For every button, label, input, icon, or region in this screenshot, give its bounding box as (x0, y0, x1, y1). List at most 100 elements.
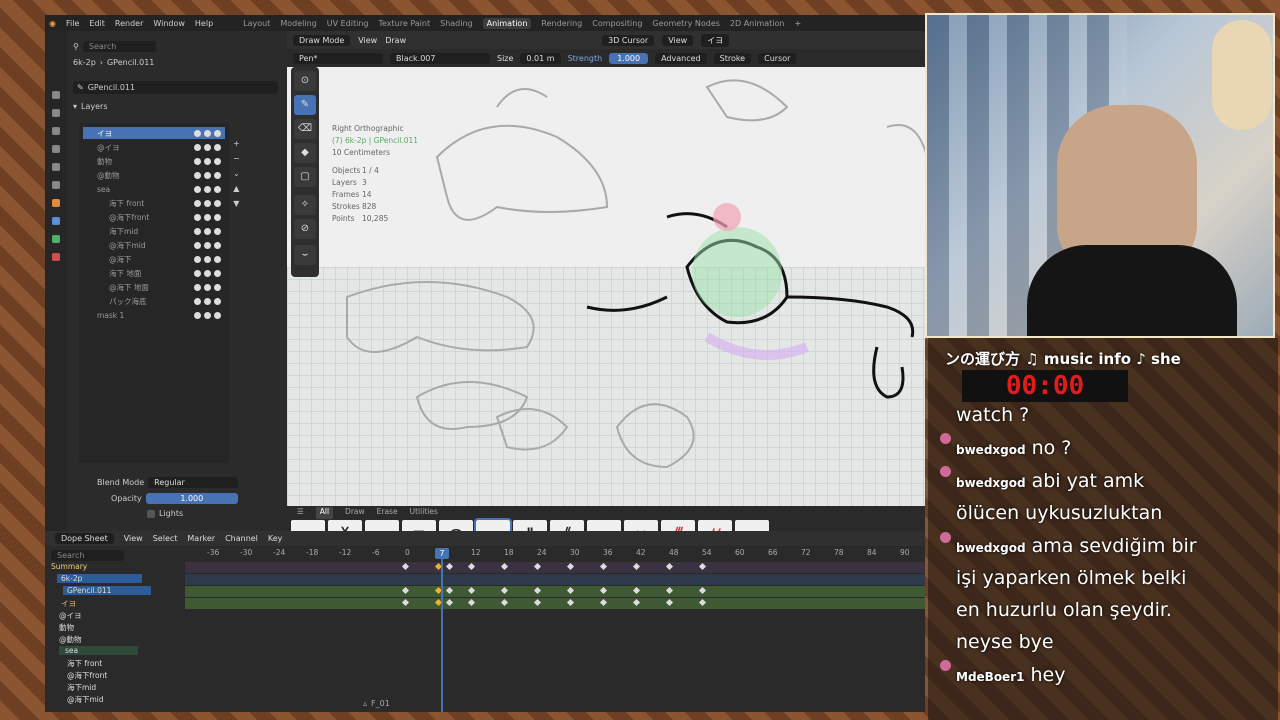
tab-uv-editing[interactable]: UV Editing (327, 19, 369, 28)
cursor-select[interactable]: 3D Cursor (602, 34, 655, 46)
ds-menu-marker[interactable]: Marker (187, 534, 215, 543)
gpencil-data-name[interactable]: GPencil.011 (88, 83, 135, 92)
opacity-slider[interactable]: 1.000 (145, 493, 238, 504)
channel-layer[interactable]: 海下mid (67, 682, 96, 693)
modifier-tab-icon[interactable] (52, 217, 60, 225)
add-workspace-icon[interactable]: + (794, 19, 801, 28)
layer-item[interactable]: イヨ (83, 127, 225, 139)
layers-header[interactable]: Layers (81, 102, 107, 111)
tab-shading[interactable]: Shading (440, 19, 473, 28)
shelf-menu-icon[interactable]: ☰ (297, 507, 304, 519)
dope-sheet[interactable]: Dope Sheet View Select Marker Channel Ke… (45, 531, 925, 712)
render-tab-icon[interactable] (52, 109, 60, 117)
ds-menu-key[interactable]: Key (268, 534, 283, 543)
ds-menu-channel[interactable]: Channel (225, 534, 258, 543)
brush-tab-all[interactable]: All (315, 507, 334, 519)
layer-item[interactable]: @海下mid (83, 239, 225, 251)
pin-icon[interactable]: ⚲ (73, 42, 79, 51)
layer-group-sea[interactable]: sea (83, 183, 225, 195)
layer-item[interactable]: 海下 front (83, 197, 225, 209)
ds-menu-view[interactable]: View (124, 534, 143, 543)
curve-tool-icon[interactable]: ⌣ (294, 245, 316, 265)
channel-layer[interactable]: 海下 front (67, 658, 102, 669)
layer-menu-icon[interactable]: ⌄ (233, 169, 240, 178)
fill-tool-icon[interactable]: ◆ (294, 143, 316, 163)
blend-mode-select[interactable]: Regular (148, 477, 239, 488)
tool-tab-icon[interactable] (52, 91, 60, 99)
cursor-tool-icon[interactable]: ⊙ (294, 71, 316, 91)
marker-f01[interactable]: ▵ F_01 (363, 699, 390, 708)
cursor-menu[interactable]: Cursor (758, 52, 797, 64)
brush-tab-draw[interactable]: Draw (345, 507, 365, 519)
channel-summary[interactable]: Summary (51, 562, 87, 571)
draw-menu[interactable]: Draw (385, 36, 406, 45)
ds-menu-select[interactable]: Select (153, 534, 178, 543)
view-select[interactable]: View (662, 34, 694, 46)
stroke-menu[interactable]: Stroke (713, 52, 752, 64)
drawing-canvas[interactable]: ⊙ ✎ ⌫ ◆ ▢ ✧ ⊘ ⌣ Right Orthographic (7) 6… (287, 67, 925, 506)
strength-slider[interactable]: 1.000 (609, 52, 649, 64)
mode-select[interactable]: Draw Mode (293, 34, 351, 46)
tab-rendering[interactable]: Rendering (541, 19, 582, 28)
material-tab-icon[interactable] (52, 253, 60, 261)
tab-geometry-nodes[interactable]: Geometry Nodes (652, 19, 719, 28)
layer-item[interactable]: 動物 (83, 155, 225, 167)
layer-item[interactable]: @イヨ (83, 141, 225, 153)
tab-compositing[interactable]: Compositing (592, 19, 642, 28)
remove-layer-button[interactable]: − (233, 154, 240, 163)
channel-layer[interactable]: @海下mid (67, 694, 104, 705)
tab-modeling[interactable]: Modeling (280, 19, 316, 28)
layer-item[interactable]: パック海底 (83, 295, 225, 307)
playhead[interactable] (441, 548, 443, 712)
material-select[interactable]: Black.007 (390, 52, 490, 64)
layer-item[interactable]: @海下front (83, 211, 225, 223)
draw-tool-icon[interactable]: ✎ (294, 95, 316, 115)
channel-layer[interactable]: 動物 (59, 622, 74, 633)
size-field[interactable]: 0.01 m (520, 52, 561, 64)
layer-item[interactable]: 海下 地面 (83, 267, 225, 279)
layer-item[interactable]: mask 1 (83, 309, 225, 321)
editor-type-select[interactable]: Dope Sheet (55, 533, 114, 544)
layer-item[interactable]: @動物 (83, 169, 225, 181)
channel-gpencil[interactable]: GPencil.011 (63, 586, 152, 595)
layer-item[interactable]: 海下mid (83, 225, 225, 237)
output-tab-icon[interactable] (52, 127, 60, 135)
3d-viewport[interactable]: Draw Mode View Draw 3D Cursor View イヨ Pe… (287, 31, 925, 506)
channel-layer[interactable]: @動物 (59, 634, 82, 645)
box-tool-icon[interactable]: ▢ (294, 167, 316, 187)
current-frame-label[interactable]: 7 (435, 548, 449, 559)
object-tab-icon[interactable] (52, 199, 60, 207)
menu-file[interactable]: File (66, 19, 79, 28)
channel-layer[interactable]: @イヨ (59, 610, 82, 621)
add-layer-button[interactable]: + (233, 139, 240, 148)
brush-select[interactable]: Pen* (293, 52, 383, 64)
view-menu[interactable]: View (358, 36, 377, 45)
lights-checkbox[interactable] (147, 509, 155, 518)
blender-logo-icon[interactable]: ◉ (49, 19, 56, 28)
eyedropper-icon[interactable]: ⊘ (294, 219, 316, 239)
tab-layout[interactable]: Layout (243, 19, 270, 28)
brush-tab-utilities[interactable]: Utilities (410, 507, 438, 519)
collapse-arrow-icon[interactable]: ▾ (73, 102, 77, 111)
menu-render[interactable]: Render (115, 19, 143, 28)
layer-item[interactable]: @海下 地面 (83, 281, 225, 293)
tab-2d-animation[interactable]: 2D Animation (730, 19, 785, 28)
menu-edit[interactable]: Edit (89, 19, 105, 28)
brush-tab-erase[interactable]: Erase (377, 507, 398, 519)
menu-help[interactable]: Help (195, 19, 213, 28)
advanced-menu[interactable]: Advanced (655, 52, 707, 64)
tint-tool-icon[interactable]: ✧ (294, 195, 316, 215)
properties-search[interactable]: Search (82, 41, 157, 52)
move-up-icon[interactable]: ▲ (233, 184, 239, 193)
tab-texture-paint[interactable]: Texture Paint (378, 19, 430, 28)
channel-group-sea[interactable]: sea (59, 646, 139, 655)
erase-tool-icon[interactable]: ⌫ (294, 119, 316, 139)
world-tab-icon[interactable] (52, 181, 60, 189)
scene-tab-icon[interactable] (52, 163, 60, 171)
channel-layer[interactable]: イヨ (61, 598, 76, 609)
move-down-icon[interactable]: ▼ (233, 199, 239, 208)
menu-window[interactable]: Window (153, 19, 185, 28)
frame-ruler[interactable]: -36 -30 -24 -18 -12 -6 0 12 18 24 30 36 42 48 54 60 66 72… (185, 548, 925, 560)
layer-item[interactable]: @海下 (83, 253, 225, 265)
channel-search[interactable]: Search (51, 550, 125, 561)
